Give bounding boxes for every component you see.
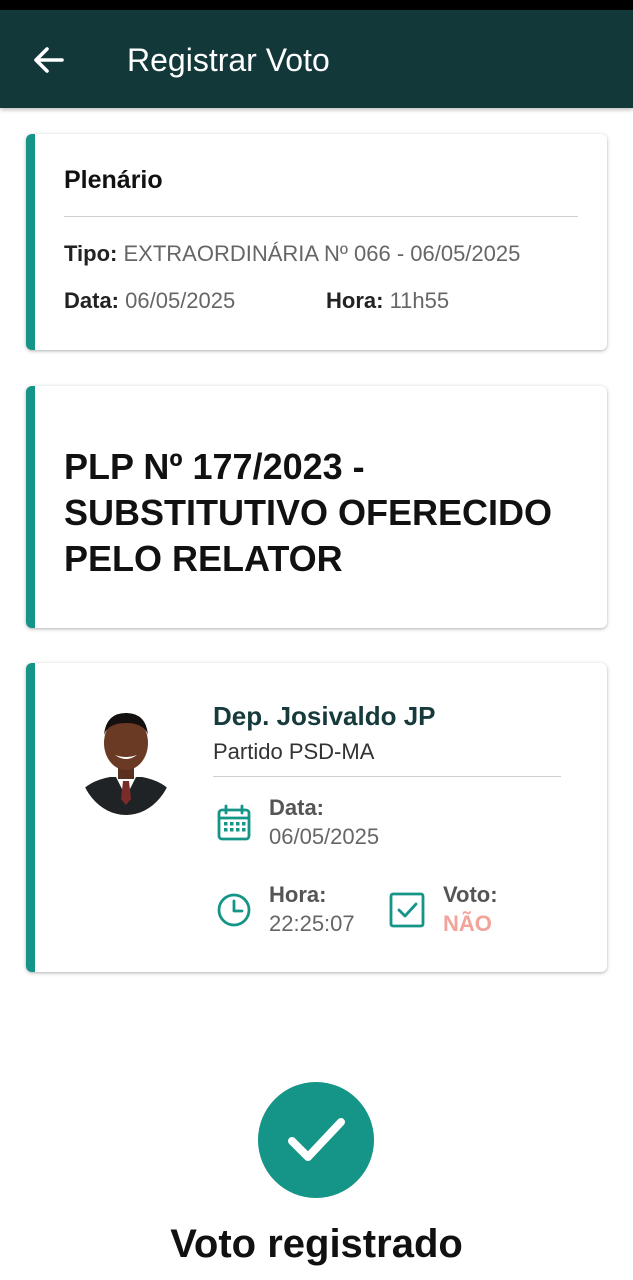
avatar <box>78 699 174 815</box>
vote-date-value: 06/05/2025 <box>269 824 380 849</box>
session-date-label: Data: <box>64 288 120 313</box>
session-type-label: Tipo: <box>64 241 118 266</box>
session-date-value: 06/05/2025 <box>125 288 236 313</box>
vote-date-label: Data: <box>269 795 325 820</box>
session-time-value: 11h55 <box>389 288 450 313</box>
back-button[interactable] <box>28 40 68 80</box>
session-card: Plenário Tipo: EXTRAORDINÁRIA Nº 066 - 0… <box>26 134 607 350</box>
calendar-icon <box>217 804 251 841</box>
divider <box>213 776 561 777</box>
session-time-label: Hora: <box>326 288 384 313</box>
vote-label: Voto: <box>443 882 498 907</box>
deputy-vote-card: Dep. Josivaldo JP Partido PSD-MA Data: 0… <box>26 663 607 972</box>
vote-time-value: 22:25:07 <box>269 911 355 936</box>
arrow-left-icon <box>34 47 64 73</box>
vote-value: NÃO <box>443 911 492 936</box>
check-circle-icon <box>258 1082 374 1198</box>
vote-registered-message: Voto registrado <box>170 1222 463 1266</box>
checkbox-icon <box>389 892 425 928</box>
proposal-title: PLP Nº 177/2023 - SUBSTITUTIVO OFERECIDO… <box>64 446 553 579</box>
vote-time-label: Hora: <box>269 882 327 907</box>
clock-icon <box>217 893 251 927</box>
proposal-card: PLP Nº 177/2023 - SUBSTITUTIVO OFERECIDO… <box>26 386 607 628</box>
status-bar <box>0 0 633 10</box>
session-title: Plenário <box>64 166 163 194</box>
session-date-row: Data: 06/05/2025 <box>64 288 235 314</box>
page-title: Registrar Voto <box>127 42 330 78</box>
deputy-party: Partido PSD-MA <box>213 739 375 764</box>
divider <box>64 216 578 217</box>
app-bar: Registrar Voto <box>0 10 633 108</box>
deputy-name: Dep. Josivaldo JP <box>213 701 436 731</box>
session-type-value: EXTRAORDINÁRIA Nº 066 - 06/05/2025 <box>123 241 521 266</box>
session-time-row: Hora: 11h55 <box>326 288 449 314</box>
session-type-row: Tipo: EXTRAORDINÁRIA Nº 066 - 06/05/2025 <box>64 241 520 267</box>
